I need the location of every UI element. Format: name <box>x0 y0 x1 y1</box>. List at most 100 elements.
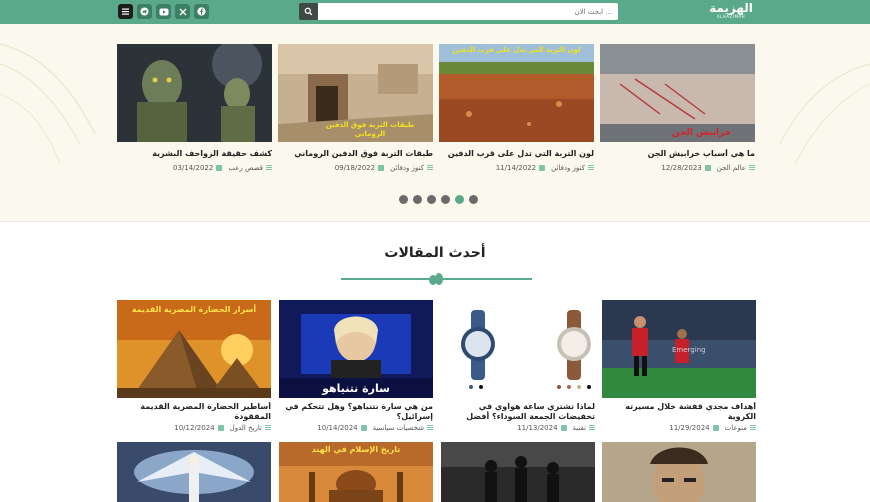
calendar-icon <box>539 165 546 171</box>
card-date: 03/14/2022 <box>172 164 214 172</box>
slider-dot[interactable] <box>413 195 422 204</box>
menu-icon[interactable] <box>118 4 133 19</box>
card-category[interactable]: كنوز ودفائن <box>390 164 424 172</box>
section-ornament-icon <box>429 273 443 285</box>
card-title[interactable]: كشف حقيقة الزواحف البشرية <box>117 149 272 158</box>
card-meta: عالم الجن 12/28/2023 <box>600 164 755 172</box>
card-title[interactable]: طبقات التربة فوق الدفين الروماني <box>278 149 433 158</box>
article-card[interactable]: Emerging أهداف مجدي قفشة خلال مسيرته الك… <box>602 300 756 432</box>
category-icon <box>750 425 756 431</box>
slider-card[interactable]: لون التربة التي تدل على قرب الدفين لون ا… <box>439 44 594 172</box>
category-icon <box>265 425 271 431</box>
category-icon <box>427 425 433 431</box>
card-date: 09/18/2022 <box>334 164 376 172</box>
article-card[interactable]: أسرار الحضارة المصرية القديمة أساطير الح… <box>117 300 271 432</box>
category-icon <box>749 165 755 171</box>
card-date: 11/14/2022 <box>495 164 537 172</box>
article-card-partial[interactable]: تاريخ الإسلام في الهند <box>279 442 433 502</box>
article-image[interactable] <box>602 442 756 502</box>
slider-dot[interactable] <box>441 195 450 204</box>
card-category[interactable]: عالم الجن <box>717 164 746 172</box>
article-date: 11/13/2024 <box>517 424 558 432</box>
section-title: أحدث المقالات <box>384 245 486 261</box>
slider-dot[interactable] <box>469 195 478 204</box>
card-overlay-text: خرابيش الجن <box>671 128 731 138</box>
article-category[interactable]: منوعات <box>725 424 747 432</box>
slider-dot[interactable] <box>427 195 436 204</box>
facebook-icon[interactable] <box>194 4 209 19</box>
article-card-partial[interactable] <box>117 442 271 502</box>
article-date: 10/12/2024 <box>174 424 215 432</box>
article-overlay-text: تاريخ الإسلام في الهند <box>311 445 401 454</box>
calendar-icon <box>217 425 224 431</box>
section-divider <box>0 221 870 222</box>
x-icon[interactable] <box>175 4 190 19</box>
card-category[interactable]: كنوز ودفائن <box>551 164 585 172</box>
article-image[interactable] <box>441 300 595 398</box>
article-image[interactable]: أسرار الحضارة المصرية القديمة <box>117 300 271 398</box>
calendar-icon <box>360 425 367 431</box>
calendar-icon <box>712 425 719 431</box>
svg-text:Emerging: Emerging <box>672 346 706 354</box>
calendar-icon <box>216 165 223 171</box>
article-card[interactable]: لماذا تشتري ساعة هواوي في تخفيضات الجمعة… <box>441 300 595 432</box>
title-underline-left <box>341 278 432 280</box>
social-links <box>118 4 209 19</box>
search-bar <box>299 3 618 20</box>
slider-card[interactable]: طبقات التربة فوق الدفين الروماني طبقات ا… <box>278 44 433 172</box>
top-header: الهزيمة ALHAZIMAH <box>0 0 870 24</box>
article-meta: منوعات 11/29/2024 <box>602 424 756 432</box>
card-image[interactable] <box>117 44 272 142</box>
category-icon <box>427 165 433 171</box>
article-overlay-text: سارة نتنياهو <box>322 382 390 395</box>
card-image[interactable]: خرابيش الجن <box>600 44 755 142</box>
article-category[interactable]: تقنية <box>573 424 586 432</box>
category-icon <box>266 165 272 171</box>
card-meta: قصص رعب 03/14/2022 <box>117 164 272 172</box>
article-date: 10/14/2024 <box>317 424 358 432</box>
article-card[interactable]: سارة نتنياهو من هي سارة نتنياهو؟ وهل تتح… <box>279 300 433 432</box>
article-card-partial[interactable] <box>602 442 756 502</box>
article-title[interactable]: لماذا تشتري ساعة هواوي في تخفيضات الجمعة… <box>441 402 595 422</box>
search-icon <box>304 7 313 16</box>
card-title[interactable]: ما هي أسباب خرابيش الجن <box>600 149 755 158</box>
card-date: 12/28/2023 <box>661 164 702 172</box>
article-image[interactable]: سارة نتنياهو <box>279 300 433 398</box>
card-title[interactable]: لون التربة التي تدل على قرب الدفين <box>439 149 594 158</box>
slider-dot-active[interactable] <box>455 195 464 204</box>
calendar-icon <box>378 165 385 171</box>
article-title[interactable]: أساطير الحضارة المصرية القديمة المفقودة <box>117 402 271 422</box>
slider-dot[interactable] <box>399 195 408 204</box>
telegram-icon[interactable] <box>137 4 152 19</box>
article-date: 11/29/2024 <box>669 424 710 432</box>
article-title[interactable]: من هي سارة نتنياهو؟ وهل تتحكم في إسرائيل… <box>279 402 433 422</box>
search-button[interactable] <box>299 3 318 20</box>
article-meta: شخصيات سياسية 10/14/2024 <box>279 424 433 432</box>
card-overlay-text: طبقات التربة فوق الدفين الروماني <box>325 121 415 138</box>
calendar-icon <box>704 165 711 171</box>
article-meta: تقنية 11/13/2024 <box>441 424 595 432</box>
article-image[interactable] <box>117 442 271 502</box>
category-icon <box>589 425 595 431</box>
slider-card[interactable]: خرابيش الجن ما هي أسباب خرابيش الجن عالم… <box>600 44 755 172</box>
slider-card[interactable]: كشف حقيقة الزواحف البشرية قصص رعب 03/14/… <box>117 44 272 172</box>
slider-pagination <box>399 195 478 204</box>
article-card-partial[interactable] <box>441 442 595 502</box>
card-meta: كنوز ودفائن 11/14/2022 <box>439 164 594 172</box>
article-image[interactable] <box>441 442 595 502</box>
card-image[interactable]: لون التربة التي تدل على قرب الدفين <box>439 44 594 142</box>
article-title[interactable]: أهداف مجدي قفشة خلال مسيرته الكروية <box>602 402 756 422</box>
calendar-icon <box>560 425 567 431</box>
article-category[interactable]: تاريخ الدول <box>230 424 262 432</box>
card-category[interactable]: قصص رعب <box>228 164 263 172</box>
site-logo[interactable]: الهزيمة ALHAZIMAH <box>708 2 754 22</box>
article-image[interactable]: Emerging <box>602 300 756 398</box>
article-overlay-text: أسرار الحضارة المصرية القديمة <box>131 305 257 314</box>
article-meta: تاريخ الدول 10/12/2024 <box>117 424 271 432</box>
logo-text: الهزيمة <box>709 1 753 15</box>
search-input[interactable] <box>318 3 618 20</box>
category-icon <box>588 165 594 171</box>
article-category[interactable]: شخصيات سياسية <box>373 424 424 432</box>
youtube-icon[interactable] <box>156 4 171 19</box>
card-image[interactable]: طبقات التربة فوق الدفين الروماني <box>278 44 433 142</box>
